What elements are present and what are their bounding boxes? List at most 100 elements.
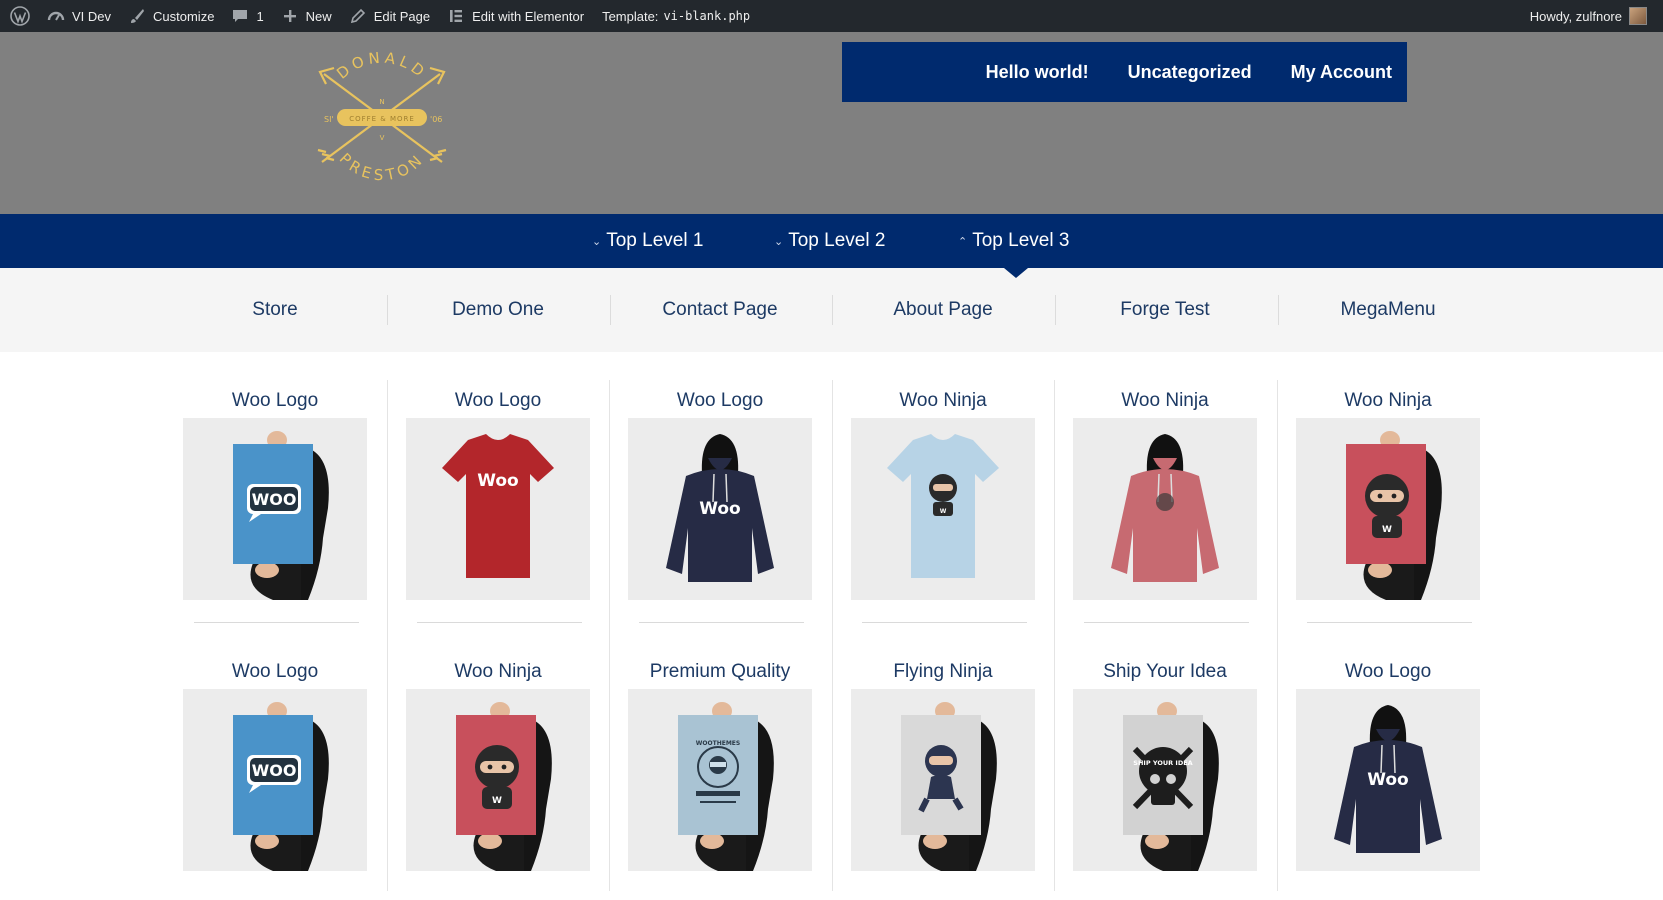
svg-text:DONALD: DONALD xyxy=(333,49,431,83)
product-row-divider xyxy=(862,622,1027,623)
product-column-divider xyxy=(1277,380,1278,680)
product-title[interactable]: Woo Logo xyxy=(609,390,831,412)
product-column-divider xyxy=(1277,651,1278,891)
comments-count: 1 xyxy=(256,8,264,24)
product-column-divider xyxy=(387,380,388,680)
template-info: Template: vi-blank.php xyxy=(592,0,758,32)
comments-link[interactable]: 1 xyxy=(222,0,271,32)
product-row-divider xyxy=(194,622,359,623)
top-navigation: Hello world! Uncategorized My Account xyxy=(842,42,1407,102)
product-title[interactable]: Woo Logo xyxy=(1277,661,1499,683)
product-column-divider xyxy=(609,651,610,891)
submenu-about-page[interactable]: About Page xyxy=(832,268,1054,352)
submenu-contact-page[interactable]: Contact Page xyxy=(609,268,831,352)
my-account-menu[interactable]: Howdy, zulfnore xyxy=(1522,0,1663,32)
ninja-w-text: W xyxy=(492,796,502,806)
product-image[interactable]: W xyxy=(406,689,590,871)
nav-top-level-3[interactable]: ⌃ Top Level 3 xyxy=(958,214,1069,268)
new-label: New xyxy=(305,8,332,24)
product-image[interactable]: W xyxy=(1296,418,1480,600)
product-image[interactable] xyxy=(1073,418,1257,600)
product-title[interactable]: Ship Your Idea xyxy=(1054,661,1276,683)
product-column-divider xyxy=(1054,380,1055,680)
product-title[interactable]: Woo Ninja xyxy=(832,390,1054,412)
product-image[interactable]: WOO xyxy=(183,418,367,600)
logo-right-text: '06 xyxy=(430,115,442,124)
template-file: vi-blank.php xyxy=(663,9,751,23)
logo-banner-text: COFFE & MORE xyxy=(349,115,415,123)
edit-page-link[interactable]: Edit Page xyxy=(340,0,438,32)
pencil-icon xyxy=(348,6,368,26)
wp-admin-bar: VI Dev Customize 1 New Edit Page Edit wi… xyxy=(0,0,1663,32)
product-image[interactable]: Woo xyxy=(406,418,590,600)
product-image[interactable]: WOOTHEMES xyxy=(628,689,812,871)
site-header: DONALD PRESTON COFFE & MORE SI' '06 N V … xyxy=(0,32,1663,214)
top-nav-my-account[interactable]: My Account xyxy=(1291,62,1392,83)
nav-top-level-2-label: Top Level 2 xyxy=(788,230,886,251)
product-image[interactable]: W xyxy=(851,418,1035,600)
product-title[interactable]: Woo Logo xyxy=(164,390,386,412)
site-logo[interactable]: DONALD PRESTON COFFE & MORE SI' '06 N V xyxy=(302,38,462,198)
woo-logo-text: WOO xyxy=(252,761,297,780)
nav-top-level-1-label: Top Level 1 xyxy=(606,230,704,251)
product-image[interactable]: Woo xyxy=(628,418,812,600)
top-nav-uncategorized[interactable]: Uncategorized xyxy=(1128,62,1252,83)
new-content-link[interactable]: New xyxy=(272,0,340,32)
mega-menu-submenu: Store Demo One Contact Page About Page F… xyxy=(0,268,1663,352)
edit-with-elementor-link[interactable]: Edit with Elementor xyxy=(438,0,592,32)
customize-link[interactable]: Customize xyxy=(119,0,222,32)
product-column-divider xyxy=(1054,651,1055,891)
svg-text:PRESTON: PRESTON xyxy=(336,150,428,185)
chevron-up-icon: ⌃ xyxy=(958,235,968,248)
elementor-icon xyxy=(446,6,466,26)
site-name-menu[interactable]: VI Dev xyxy=(38,0,119,32)
site-name-label: VI Dev xyxy=(72,8,112,24)
woo-logo-text: Woo xyxy=(1367,770,1409,790)
top-nav-hello-world[interactable]: Hello world! xyxy=(986,62,1089,83)
woo-logo-text: Woo xyxy=(477,471,519,491)
product-row-divider xyxy=(1084,622,1249,623)
woo-logo-text: Woo xyxy=(699,499,741,519)
edit-elementor-label: Edit with Elementor xyxy=(472,8,585,24)
submenu-demo-one[interactable]: Demo One xyxy=(387,268,609,352)
product-title[interactable]: Premium Quality xyxy=(609,661,831,683)
customize-label: Customize xyxy=(153,8,215,24)
woothemes-text: WOOTHEMES xyxy=(696,740,740,747)
product-title[interactable]: Flying Ninja xyxy=(832,661,1054,683)
main-navigation: ⌄ Top Level 1 ⌄ Top Level 2 ⌃ Top Level … xyxy=(0,214,1663,268)
submenu-forge-test[interactable]: Forge Test xyxy=(1054,268,1276,352)
product-row-divider xyxy=(417,622,582,623)
woo-logo-text: WOO xyxy=(252,490,297,509)
product-column-divider xyxy=(387,651,388,891)
product-image[interactable]: WOO xyxy=(183,689,367,871)
submenu-megamenu[interactable]: MegaMenu xyxy=(1277,268,1499,352)
product-title[interactable]: Woo Ninja xyxy=(387,661,609,683)
nav-top-level-2[interactable]: ⌄ Top Level 2 xyxy=(774,214,885,268)
avatar xyxy=(1629,7,1647,25)
product-row-divider xyxy=(639,622,804,623)
product-image[interactable]: Woo xyxy=(1296,689,1480,871)
logo-bottom-text: PRESTON xyxy=(336,150,424,185)
template-label: Template: xyxy=(602,8,659,24)
ship-your-idea-text: SHIP YOUR IDEA xyxy=(1133,759,1192,767)
nav-top-level-1[interactable]: ⌄ Top Level 1 xyxy=(592,214,703,268)
product-image[interactable] xyxy=(851,689,1035,871)
ninja-w-text: W xyxy=(1382,525,1392,535)
nav-top-level-3-label: Top Level 3 xyxy=(972,230,1070,251)
chevron-down-icon: ⌄ xyxy=(774,235,784,248)
submenu-store[interactable]: Store xyxy=(164,268,386,352)
product-title[interactable]: Woo Logo xyxy=(164,661,386,683)
product-image[interactable]: SHIP YOUR IDEA xyxy=(1073,689,1257,871)
product-title[interactable]: Woo Logo xyxy=(387,390,609,412)
howdy-label: Howdy, zulfnore xyxy=(1529,8,1622,24)
product-column-divider xyxy=(832,380,833,680)
dashboard-icon xyxy=(46,6,66,26)
edit-page-label: Edit Page xyxy=(373,8,431,24)
product-title[interactable]: Woo Ninja xyxy=(1277,390,1499,412)
product-row-divider xyxy=(1307,622,1472,623)
product-column-divider xyxy=(832,651,833,891)
logo-v-letter: V xyxy=(380,134,385,142)
product-title[interactable]: Woo Ninja xyxy=(1054,390,1276,412)
wordpress-logo-icon[interactable] xyxy=(0,0,38,32)
plus-icon xyxy=(280,6,300,26)
